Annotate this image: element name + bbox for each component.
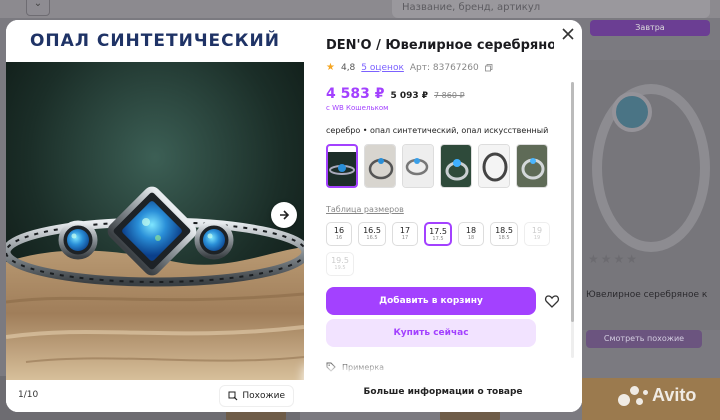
fitting-option[interactable]: Примерка <box>326 362 384 372</box>
gallery-banner: ОПАЛ СИНТЕТИЧЕСКИЙ <box>6 20 304 62</box>
photo-counter: 1/10 <box>18 390 39 400</box>
variant-thumb[interactable] <box>440 144 472 188</box>
article-number: Арт: 83767260 <box>409 62 479 73</box>
product-gallery: ОПАЛ СИНТЕТИЧЕСКИЙ 1/10 Похожие <box>6 20 304 412</box>
wallet-note: с WB Кошельком <box>326 104 389 112</box>
copy-icon[interactable] <box>484 63 493 72</box>
similar-button-label: Похожие <box>242 391 285 401</box>
star-icon: ★ <box>326 62 335 73</box>
buy-now-button[interactable]: Купить сейчас <box>326 319 536 347</box>
price-old: 7 860 ₽ <box>434 91 465 100</box>
size-option-selected[interactable]: 17.5 17.5 <box>424 222 452 246</box>
chevron-down-icon: ⌄ <box>26 0 50 16</box>
avito-wordmark: Avito <box>652 385 697 405</box>
rating-value: 4,8 <box>340 62 356 73</box>
variant-thumb[interactable] <box>326 144 358 188</box>
variant-thumb[interactable] <box>516 144 548 188</box>
size-option-disabled: 19.5 19.5 <box>326 252 354 276</box>
product-title: DEN'O / Ювелирное серебряное к <box>326 38 554 53</box>
similar-button[interactable]: Похожие <box>219 385 294 407</box>
background-card-title: Ювелирное серебряное к <box>586 290 708 300</box>
arrow-right-icon <box>280 210 290 220</box>
tag-icon <box>326 362 336 372</box>
scrollbar-thumb[interactable] <box>571 82 574 322</box>
next-photo-button[interactable] <box>271 202 297 228</box>
main-product-photo[interactable] <box>6 62 304 380</box>
variant-thumb[interactable] <box>402 144 434 188</box>
reviews-link[interactable]: 5 оценок <box>361 63 404 73</box>
product-meta: ★ 4,8 5 оценок Арт: 83767260 <box>326 62 493 73</box>
search-image-icon <box>228 391 238 401</box>
size-option[interactable]: 18 18 <box>458 222 484 246</box>
background-rating-stars: ★★★★ <box>588 252 640 266</box>
fitting-label: Примерка <box>342 362 385 372</box>
product-properties: серебро • опал синтетический, опал искус… <box>326 126 549 135</box>
heart-icon[interactable] <box>544 293 560 309</box>
gallery-footer: 1/10 Похожие <box>6 380 304 412</box>
price-current: 4 583 ₽ <box>326 86 385 102</box>
gallery-banner-text: ОПАЛ СИНТЕТИЧЕСКИЙ <box>29 31 280 51</box>
close-icon[interactable] <box>560 26 576 42</box>
size-selector: 16 16 16.5 16.5 17 17 17.5 17.5 18 18 18.5 18.… <box>326 222 566 276</box>
avito-watermark: Avito <box>618 376 718 416</box>
variant-thumbnails <box>326 144 548 188</box>
background-more-button: Смотреть похожие <box>586 330 702 348</box>
more-info-button[interactable]: Больше информации о товаре <box>304 372 582 412</box>
product-quick-view-modal: ОПАЛ СИНТЕТИЧЕСКИЙ 1/10 Похожие DEN'O / … <box>6 20 582 412</box>
variant-thumb[interactable] <box>364 144 396 188</box>
add-to-cart-button[interactable]: Добавить в корзину <box>326 287 536 315</box>
size-option[interactable]: 16 16 <box>326 222 352 246</box>
size-option[interactable]: 16.5 16.5 <box>358 222 386 246</box>
size-table-link[interactable]: Таблица размеров <box>326 205 404 214</box>
search-input: Название, бренд, артикул <box>392 0 710 18</box>
delivery-badge: Завтра <box>590 20 710 36</box>
ring-photo <box>6 62 304 380</box>
variant-thumb[interactable] <box>478 144 510 188</box>
background-stone-image <box>612 92 652 132</box>
size-option[interactable]: 18.5 18.5 <box>490 222 518 246</box>
price-block: 4 583 ₽ 5 093 ₽ 7 860 ₽ <box>326 86 465 102</box>
size-option-disabled: 19 19 <box>524 222 550 246</box>
product-info-panel: DEN'O / Ювелирное серебряное к ★ 4,8 5 о… <box>304 20 582 412</box>
avito-logo-icon <box>618 384 648 408</box>
price-wallet: 5 093 ₽ <box>390 91 429 101</box>
size-option[interactable]: 17 17 <box>392 222 418 246</box>
